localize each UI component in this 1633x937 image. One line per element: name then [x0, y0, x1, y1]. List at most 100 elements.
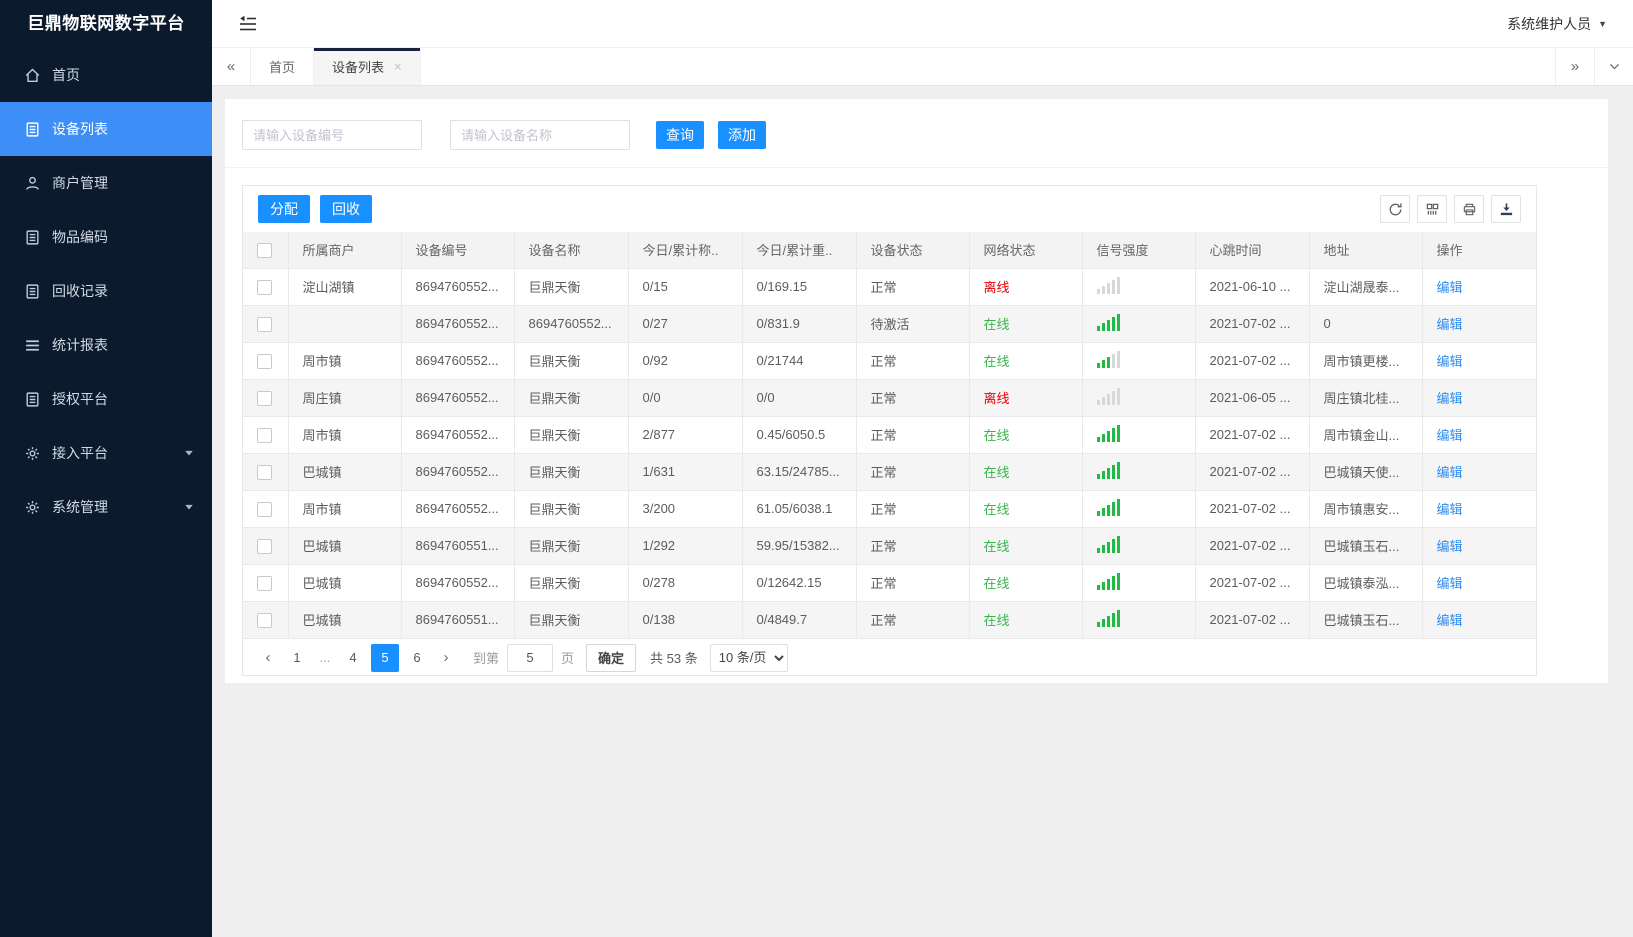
- sidebar-item-home[interactable]: 首页: [0, 48, 212, 102]
- edit-link[interactable]: 编辑: [1437, 613, 1463, 628]
- address-cell: 周市镇惠安...: [1309, 490, 1423, 528]
- next-page-icon[interactable]: ›: [433, 649, 459, 666]
- network-status-cell: 在线: [969, 490, 1083, 528]
- assign-button[interactable]: 分配: [258, 195, 310, 223]
- tab-device-list[interactable]: 设备列表 ×: [314, 48, 421, 85]
- table-row: 巴城镇 8694760551... 巨鼎天衡 1/292 59.95/15382... 正…: [243, 527, 1536, 565]
- heartbeat-cell: 2021-07-02 ...: [1195, 416, 1310, 454]
- signal-bars-icon: [1096, 387, 1120, 405]
- sidebar-collapse-icon[interactable]: [237, 13, 259, 35]
- edit-link[interactable]: 编辑: [1437, 428, 1463, 443]
- network-status-cell: 在线: [969, 416, 1083, 454]
- signal-strength-cell: [1082, 527, 1196, 565]
- table-header: 所属商户 设备编号 设备名称 今日/累计称.. 今日/累计重.. 设备状态 网络状态 信号强度…: [243, 232, 1536, 269]
- device-status-cell: 正常: [856, 453, 970, 491]
- device-no-cell: 8694760552...: [401, 305, 515, 343]
- row-checkbox[interactable]: [257, 279, 272, 295]
- row-checkbox[interactable]: [257, 316, 272, 332]
- row-checkbox-cell: [243, 490, 289, 528]
- edit-link[interactable]: 编辑: [1437, 539, 1463, 554]
- columns-button[interactable]: [1417, 195, 1447, 223]
- table-card: 分配 回收 所属商户 设备编号 设备名称 今日/累计称.. 今日/累计重.. 设…: [242, 185, 1537, 676]
- edit-link[interactable]: 编辑: [1437, 354, 1463, 369]
- print-button[interactable]: [1454, 195, 1484, 223]
- count-cell: 1/631: [628, 453, 743, 491]
- action-cell: 编辑: [1422, 268, 1536, 306]
- device-name-cell: 巨鼎天衡: [514, 601, 629, 639]
- row-checkbox[interactable]: [257, 390, 272, 406]
- column-header: 心跳时间: [1195, 232, 1310, 269]
- edit-link[interactable]: 编辑: [1437, 465, 1463, 480]
- address-cell: 周市镇更楼...: [1309, 342, 1423, 380]
- sidebar-item-access-platform[interactable]: 接入平台: [0, 426, 212, 480]
- goto-confirm-button[interactable]: 确定: [586, 643, 637, 672]
- add-button[interactable]: 添加: [718, 121, 766, 149]
- device-no-cell: 8694760552...: [401, 268, 515, 306]
- merchant-cell: 周市镇: [288, 342, 402, 380]
- edit-link[interactable]: 编辑: [1437, 502, 1463, 517]
- device-no-input[interactable]: [242, 120, 422, 150]
- edit-link[interactable]: 编辑: [1437, 317, 1463, 332]
- prev-page-icon[interactable]: ‹: [255, 649, 281, 666]
- lines-icon: [24, 337, 41, 354]
- row-checkbox[interactable]: [257, 464, 272, 480]
- page-ellipsis: ...: [319, 650, 331, 665]
- row-checkbox[interactable]: [257, 538, 272, 554]
- export-button[interactable]: [1491, 195, 1521, 223]
- count-cell: 0/15: [628, 268, 743, 306]
- sidebar-item-recycle-record[interactable]: 回收记录: [0, 264, 212, 318]
- network-status-badge: 在线: [983, 354, 1010, 369]
- sidebar-item-device-list[interactable]: 设备列表: [0, 102, 212, 156]
- row-checkbox[interactable]: [257, 501, 272, 517]
- tabs-scroll-left-icon[interactable]: «: [212, 48, 251, 85]
- refresh-button[interactable]: [1380, 195, 1410, 223]
- edit-link[interactable]: 编辑: [1437, 391, 1463, 406]
- device-name-cell: 巨鼎天衡: [514, 268, 629, 306]
- network-status-badge: 在线: [983, 576, 1010, 591]
- row-checkbox-cell: [243, 305, 289, 343]
- signal-strength-cell: [1082, 601, 1196, 639]
- table-row: 淀山湖镇 8694760552... 巨鼎天衡 0/15 0/169.15 正常 离线 202…: [243, 268, 1536, 306]
- page-number[interactable]: 4: [339, 644, 367, 672]
- sidebar-item-system-manage[interactable]: 系统管理: [0, 480, 212, 534]
- query-button[interactable]: 查询: [656, 121, 704, 149]
- tab-close-icon[interactable]: ×: [394, 59, 402, 74]
- goto-page-input[interactable]: [507, 643, 554, 672]
- tab-home[interactable]: 首页: [251, 48, 315, 85]
- signal-bars-icon: [1096, 609, 1120, 627]
- edit-link[interactable]: 编辑: [1437, 280, 1463, 295]
- tabs-scroll-right-icon[interactable]: »: [1555, 48, 1594, 85]
- user-dropdown[interactable]: 系统维护人员 ▼: [1507, 14, 1607, 34]
- sidebar-item-report[interactable]: 统计报表: [0, 318, 212, 372]
- signal-bars-icon: [1096, 498, 1120, 516]
- device-name-cell: 巨鼎天衡: [514, 564, 629, 602]
- device-name-input[interactable]: [450, 120, 630, 150]
- row-checkbox[interactable]: [257, 612, 272, 628]
- tabs-menu-icon[interactable]: [1594, 48, 1633, 85]
- sidebar-item-merchant[interactable]: 商户管理: [0, 156, 212, 210]
- heartbeat-cell: 2021-07-02 ...: [1195, 305, 1310, 343]
- page-number[interactable]: 6: [403, 644, 431, 672]
- device-no-cell: 8694760551...: [401, 527, 515, 565]
- row-checkbox-cell: [243, 416, 289, 454]
- row-checkbox[interactable]: [257, 427, 272, 443]
- select-all-checkbox[interactable]: [257, 242, 272, 258]
- page-number[interactable]: 1: [283, 644, 311, 672]
- sidebar-item-item-code[interactable]: 物品编码: [0, 210, 212, 264]
- weight-cell: 59.95/15382...: [742, 527, 857, 565]
- row-checkbox-cell: [243, 601, 289, 639]
- edit-link[interactable]: 编辑: [1437, 576, 1463, 591]
- recycle-button[interactable]: 回收: [320, 195, 372, 223]
- page-size-select[interactable]: 10 条/页: [709, 643, 788, 672]
- row-checkbox[interactable]: [257, 353, 272, 369]
- sidebar-item-auth-platform[interactable]: 授权平台: [0, 372, 212, 426]
- table-row: 8694760552... 8694760552... 0/27 0/831.9 待激活…: [243, 305, 1536, 343]
- signal-bars-icon: [1096, 461, 1120, 479]
- row-checkbox[interactable]: [257, 575, 272, 591]
- page-number-active[interactable]: 5: [371, 643, 399, 672]
- sidebar-item-label: 物品编码: [52, 229, 108, 245]
- device-no-cell: 8694760552...: [401, 490, 515, 528]
- signal-strength-cell: [1082, 564, 1196, 602]
- address-cell: 周庄镇北桂...: [1309, 379, 1423, 417]
- network-status-cell: 在线: [969, 342, 1083, 380]
